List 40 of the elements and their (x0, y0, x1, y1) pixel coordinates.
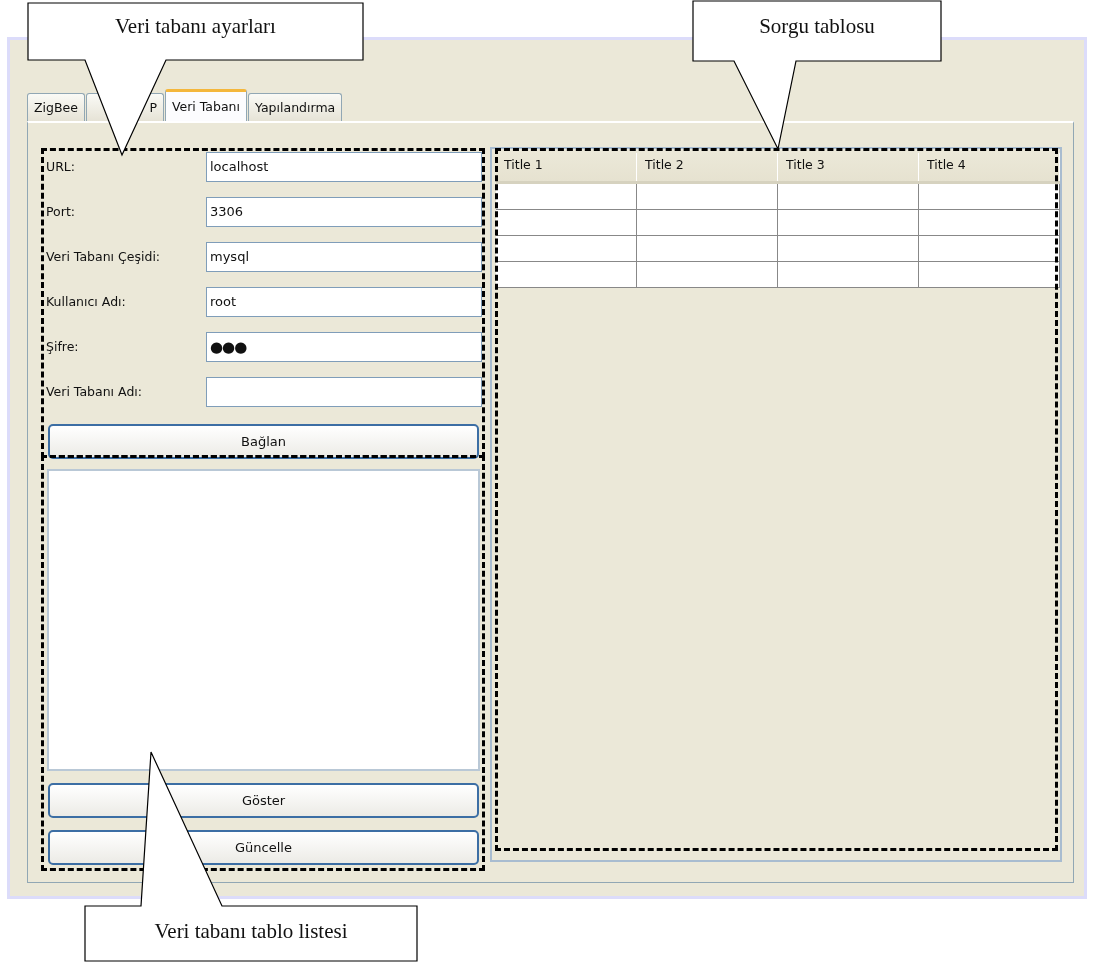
input-field[interactable]: 3306 (206, 196, 482, 227)
tab[interactable]: Yapılandırma (248, 93, 343, 121)
table-cell[interactable] (778, 210, 919, 236)
tab[interactable]: ZigBee (27, 93, 85, 121)
field-label: URL: (45, 159, 76, 174)
callout-text: Veri tabanı tablo listesi (153, 919, 349, 944)
password-field[interactable]: ●●● (206, 331, 482, 362)
column-header[interactable]: Title 2 (637, 153, 778, 181)
table-cell[interactable] (496, 262, 637, 288)
button[interactable]: Göster (48, 783, 479, 818)
callout-text: Veri tabanı ayarları (114, 14, 277, 39)
column-header[interactable]: Title 1 (496, 153, 637, 181)
table-cell[interactable] (778, 184, 919, 210)
table-cell[interactable] (637, 210, 778, 236)
input-field[interactable]: root (206, 286, 482, 317)
callout-text: Sorgu tablosu (758, 14, 876, 39)
table-cell[interactable] (637, 236, 778, 262)
connect-button[interactable]: Bağlan (48, 424, 479, 459)
input-field[interactable]: localhost (206, 151, 482, 182)
table-cell[interactable] (496, 210, 637, 236)
table-cell[interactable] (778, 262, 919, 288)
table-cell[interactable] (919, 184, 1060, 210)
column-header[interactable]: Title 3 (778, 153, 919, 181)
field-label: Veri Tabanı Adı: (45, 384, 143, 399)
tab[interactable]: Veri Tabanı (164, 89, 247, 121)
field-label: Port: (45, 204, 76, 219)
table-cell[interactable] (496, 236, 637, 262)
table-cell[interactable] (919, 210, 1060, 236)
field-label: Kullanıcı Adı: (45, 294, 127, 309)
input-field[interactable]: mysql (206, 241, 482, 272)
table-cell[interactable] (637, 184, 778, 210)
field-label: Şifre: (45, 339, 80, 354)
column-header[interactable]: Title 4 (919, 153, 1060, 181)
table-cell[interactable] (637, 262, 778, 288)
field-label: Veri Tabanı Çeşidi: (45, 249, 162, 264)
table-cell[interactable] (919, 262, 1060, 288)
table-cell[interactable] (496, 184, 637, 210)
table-cell[interactable] (778, 236, 919, 262)
table-cell[interactable] (919, 236, 1060, 262)
input-field[interactable] (206, 376, 482, 407)
